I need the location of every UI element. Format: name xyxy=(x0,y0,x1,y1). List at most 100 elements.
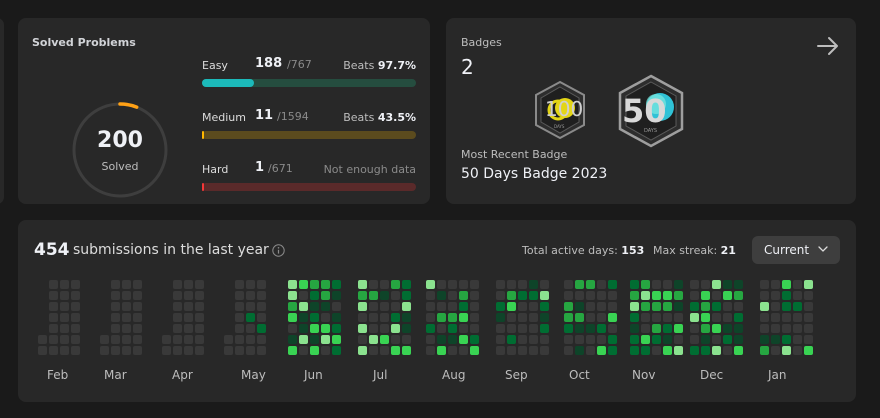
heatmap-day-cell[interactable] xyxy=(641,335,650,344)
heatmap-day-cell[interactable] xyxy=(712,302,721,311)
heatmap-day-cell[interactable] xyxy=(663,324,672,333)
heatmap-day-cell[interactable] xyxy=(507,291,516,300)
heatmap-day-cell[interactable] xyxy=(299,346,308,355)
heatmap-day-cell[interactable] xyxy=(641,313,650,322)
heatmap-day-cell[interactable] xyxy=(380,302,389,311)
heatmap-day-cell[interactable] xyxy=(782,335,791,344)
heatmap-day-cell[interactable] xyxy=(448,291,457,300)
heatmap-day-cell[interactable] xyxy=(782,280,791,289)
heatmap-day-cell[interactable] xyxy=(369,313,378,322)
heatmap-day-cell[interactable] xyxy=(173,313,182,322)
heatmap-day-cell[interactable] xyxy=(630,291,639,300)
heatmap-day-cell[interactable] xyxy=(529,335,538,344)
heatmap-day-cell[interactable] xyxy=(630,335,639,344)
heatmap-day-cell[interactable] xyxy=(690,324,699,333)
heatmap-day-cell[interactable] xyxy=(597,346,606,355)
heatmap-day-cell[interactable] xyxy=(235,324,244,333)
heatmap-day-cell[interactable] xyxy=(782,313,791,322)
heatmap-day-cell[interactable] xyxy=(540,335,549,344)
heatmap-day-cell[interactable] xyxy=(782,346,791,355)
heatmap-day-cell[interactable] xyxy=(586,346,595,355)
heatmap-day-cell[interactable] xyxy=(111,313,120,322)
heatmap-day-cell[interactable] xyxy=(723,291,732,300)
heatmap-day-cell[interactable] xyxy=(111,346,120,355)
heatmap-day-cell[interactable] xyxy=(641,346,650,355)
heatmap-day-cell[interactable] xyxy=(608,302,617,311)
heatmap-day-cell[interactable] xyxy=(235,280,244,289)
heatmap-day-cell[interactable] xyxy=(575,346,584,355)
heatmap-day-cell[interactable] xyxy=(184,302,193,311)
heatmap-day-cell[interactable] xyxy=(246,313,255,322)
heatmap-day-cell[interactable] xyxy=(402,335,411,344)
heatmap-day-cell[interactable] xyxy=(518,291,527,300)
heatmap-day-cell[interactable] xyxy=(712,291,721,300)
heatmap-day-cell[interactable] xyxy=(448,313,457,322)
heatmap-day-cell[interactable] xyxy=(195,335,204,344)
heatmap-day-cell[interactable] xyxy=(321,291,330,300)
heatmap-day-cell[interactable] xyxy=(586,313,595,322)
heatmap-day-cell[interactable] xyxy=(369,291,378,300)
heatmap-day-cell[interactable] xyxy=(652,324,661,333)
heatmap-day-cell[interactable] xyxy=(60,324,69,333)
heatmap-day-cell[interactable] xyxy=(257,335,266,344)
heatmap-day-cell[interactable] xyxy=(518,280,527,289)
heatmap-day-cell[interactable] xyxy=(652,313,661,322)
heatmap-day-cell[interactable] xyxy=(470,335,479,344)
heatmap-day-cell[interactable] xyxy=(575,313,584,322)
heatmap-day-cell[interactable] xyxy=(133,313,142,322)
heatmap-day-cell[interactable] xyxy=(507,335,516,344)
heatmap-day-cell[interactable] xyxy=(760,302,769,311)
heatmap-day-cell[interactable] xyxy=(690,346,699,355)
heatmap-day-cell[interactable] xyxy=(712,335,721,344)
heatmap-day-cell[interactable] xyxy=(663,346,672,355)
heatmap-day-cell[interactable] xyxy=(529,280,538,289)
heatmap-day-cell[interactable] xyxy=(771,346,780,355)
heatmap-day-cell[interactable] xyxy=(690,280,699,289)
heatmap-day-cell[interactable] xyxy=(701,346,710,355)
heatmap-day-cell[interactable] xyxy=(459,324,468,333)
heatmap-day-cell[interactable] xyxy=(288,280,297,289)
heatmap-day-cell[interactable] xyxy=(641,280,650,289)
heatmap-day-cell[interactable] xyxy=(540,280,549,289)
heatmap-day-cell[interactable] xyxy=(71,280,80,289)
heatmap-day-cell[interactable] xyxy=(380,280,389,289)
heatmap-day-cell[interactable] xyxy=(641,324,650,333)
heatmap-day-cell[interactable] xyxy=(586,324,595,333)
heatmap-day-cell[interactable] xyxy=(184,280,193,289)
heatmap-day-cell[interactable] xyxy=(235,335,244,344)
heatmap-day-cell[interactable] xyxy=(723,313,732,322)
heatmap-day-cell[interactable] xyxy=(332,313,341,322)
heatmap-day-cell[interactable] xyxy=(391,346,400,355)
heatmap-day-cell[interactable] xyxy=(507,313,516,322)
heatmap-day-cell[interactable] xyxy=(49,324,58,333)
heatmap-day-cell[interactable] xyxy=(195,313,204,322)
heatmap-day-cell[interactable] xyxy=(804,324,813,333)
heatmap-day-cell[interactable] xyxy=(310,335,319,344)
heatmap-day-cell[interactable] xyxy=(701,291,710,300)
heatmap-day-cell[interactable] xyxy=(723,335,732,344)
heatmap-day-cell[interactable] xyxy=(358,302,367,311)
100-days-badge-icon[interactable]: 100 DAYS xyxy=(532,80,588,140)
heatmap-day-cell[interactable] xyxy=(540,346,549,355)
heatmap-day-cell[interactable] xyxy=(586,335,595,344)
heatmap-day-cell[interactable] xyxy=(507,280,516,289)
heatmap-day-cell[interactable] xyxy=(674,335,683,344)
heatmap-day-cell[interactable] xyxy=(310,346,319,355)
heatmap-day-cell[interactable] xyxy=(288,324,297,333)
heatmap-day-cell[interactable] xyxy=(564,324,573,333)
heatmap-day-cell[interactable] xyxy=(391,291,400,300)
heatmap-day-cell[interactable] xyxy=(641,302,650,311)
heatmap-day-cell[interactable] xyxy=(426,335,435,344)
heatmap-day-cell[interactable] xyxy=(369,346,378,355)
heatmap-day-cell[interactable] xyxy=(358,335,367,344)
heatmap-day-cell[interactable] xyxy=(496,313,505,322)
heatmap-day-cell[interactable] xyxy=(529,324,538,333)
heatmap-day-cell[interactable] xyxy=(690,313,699,322)
heatmap-day-cell[interactable] xyxy=(437,346,446,355)
heatmap-day-cell[interactable] xyxy=(60,335,69,344)
heatmap-day-cell[interactable] xyxy=(630,302,639,311)
heatmap-day-cell[interactable] xyxy=(332,324,341,333)
heatmap-day-cell[interactable] xyxy=(793,335,802,344)
heatmap-day-cell[interactable] xyxy=(49,291,58,300)
heatmap-day-cell[interactable] xyxy=(288,302,297,311)
